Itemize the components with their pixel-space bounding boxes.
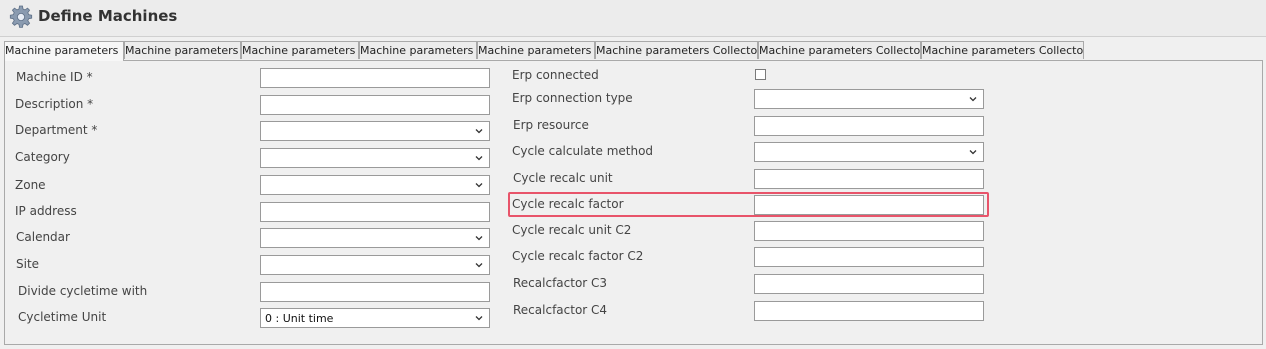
cycle-recalc-factor-c2-input[interactable] [754, 247, 984, 267]
tab-machine-parameters-4[interactable]: Machine parameters 4 [359, 41, 477, 59]
page-title: Define Machines [38, 7, 178, 25]
cycle-recalc-unit-input[interactable] [754, 169, 984, 189]
recalcfactor-c3-input[interactable] [754, 274, 984, 294]
category-label: Category [15, 150, 70, 164]
description-input[interactable] [260, 95, 490, 115]
calendar-label: Calendar [16, 230, 70, 244]
erp-connection-type-label: Erp connection type [512, 91, 633, 105]
chevron-down-icon [475, 263, 483, 268]
chevron-down-icon [969, 97, 977, 102]
cycle-recalc-unit-label: Cycle recalc unit [513, 171, 613, 185]
cycletime-unit-label: Cycletime Unit [18, 310, 107, 324]
tab-machine-parameters-5[interactable]: Machine parameters 5 [477, 41, 595, 59]
category-select[interactable] [260, 148, 490, 168]
divide-cycletime-label: Divide cycletime with [18, 284, 148, 298]
cycle-calculate-method-label: Cycle calculate method [512, 144, 654, 158]
recalcfactor-c4-label: Recalcfactor C4 [513, 303, 608, 317]
divide-cycletime-input[interactable] [260, 282, 490, 302]
site-label: Site [16, 257, 40, 271]
calendar-select[interactable] [260, 228, 490, 248]
recalcfactor-c4-input[interactable] [754, 301, 984, 321]
cycle-recalc-factor-c2-label: Cycle recalc factor C2 [512, 249, 644, 263]
recalcfactor-c3-label: Recalcfactor C3 [513, 276, 608, 290]
tab-machine-parameters-3[interactable]: Machine parameters 3 [241, 41, 359, 59]
zone-label: Zone [15, 178, 46, 192]
tab-machine-parameters-2[interactable]: Machine parameters 2 [124, 41, 241, 59]
cycletime-unit-value: 0 : Unit time [265, 311, 334, 325]
chevron-down-icon [475, 156, 483, 161]
machine-id-label: Machine ID * [16, 70, 93, 84]
erp-connected-label: Erp connected [512, 68, 599, 82]
cycle-recalc-unit-c2-label: Cycle recalc unit C2 [512, 223, 632, 237]
erp-connected-checkbox[interactable] [755, 69, 766, 80]
chevron-down-icon [475, 236, 483, 241]
cycletime-unit-select[interactable]: 0 : Unit time [260, 308, 490, 328]
tab-machine-parameters-collector-3[interactable]: Machine parameters Collector 3 [921, 41, 1084, 59]
erp-resource-label: Erp resource [513, 118, 589, 132]
ip-address-label: IP address [15, 204, 77, 218]
department-label: Department * [15, 123, 98, 137]
erp-resource-input[interactable] [754, 116, 984, 136]
title-bar: Define Machines [0, 0, 1266, 37]
erp-connection-type-select[interactable] [754, 89, 984, 109]
chevron-down-icon [475, 183, 483, 188]
department-select[interactable] [260, 121, 490, 141]
cycle-recalc-factor-label: Cycle recalc factor [512, 197, 624, 211]
machine-id-input[interactable] [260, 68, 490, 88]
chevron-down-icon [969, 150, 977, 155]
tab-machine-parameters-1[interactable]: Machine parameters 1 [4, 41, 124, 61]
gear-icon [9, 5, 33, 28]
form-panel [4, 60, 1263, 345]
description-label: Description * [15, 97, 94, 111]
cycle-recalc-factor-input[interactable] [754, 195, 984, 215]
cycle-calculate-method-select[interactable] [754, 142, 984, 162]
ip-address-input[interactable] [260, 202, 490, 222]
chevron-down-icon [475, 129, 483, 134]
zone-select[interactable] [260, 175, 490, 195]
cycle-recalc-unit-c2-input[interactable] [754, 221, 984, 241]
tab-machine-parameters-collector-1[interactable]: Machine parameters Collector 1 [595, 41, 758, 59]
chevron-down-icon [475, 316, 483, 321]
tab-machine-parameters-collector-2[interactable]: Machine parameters Collector 2 [758, 41, 921, 59]
site-select[interactable] [260, 255, 490, 275]
